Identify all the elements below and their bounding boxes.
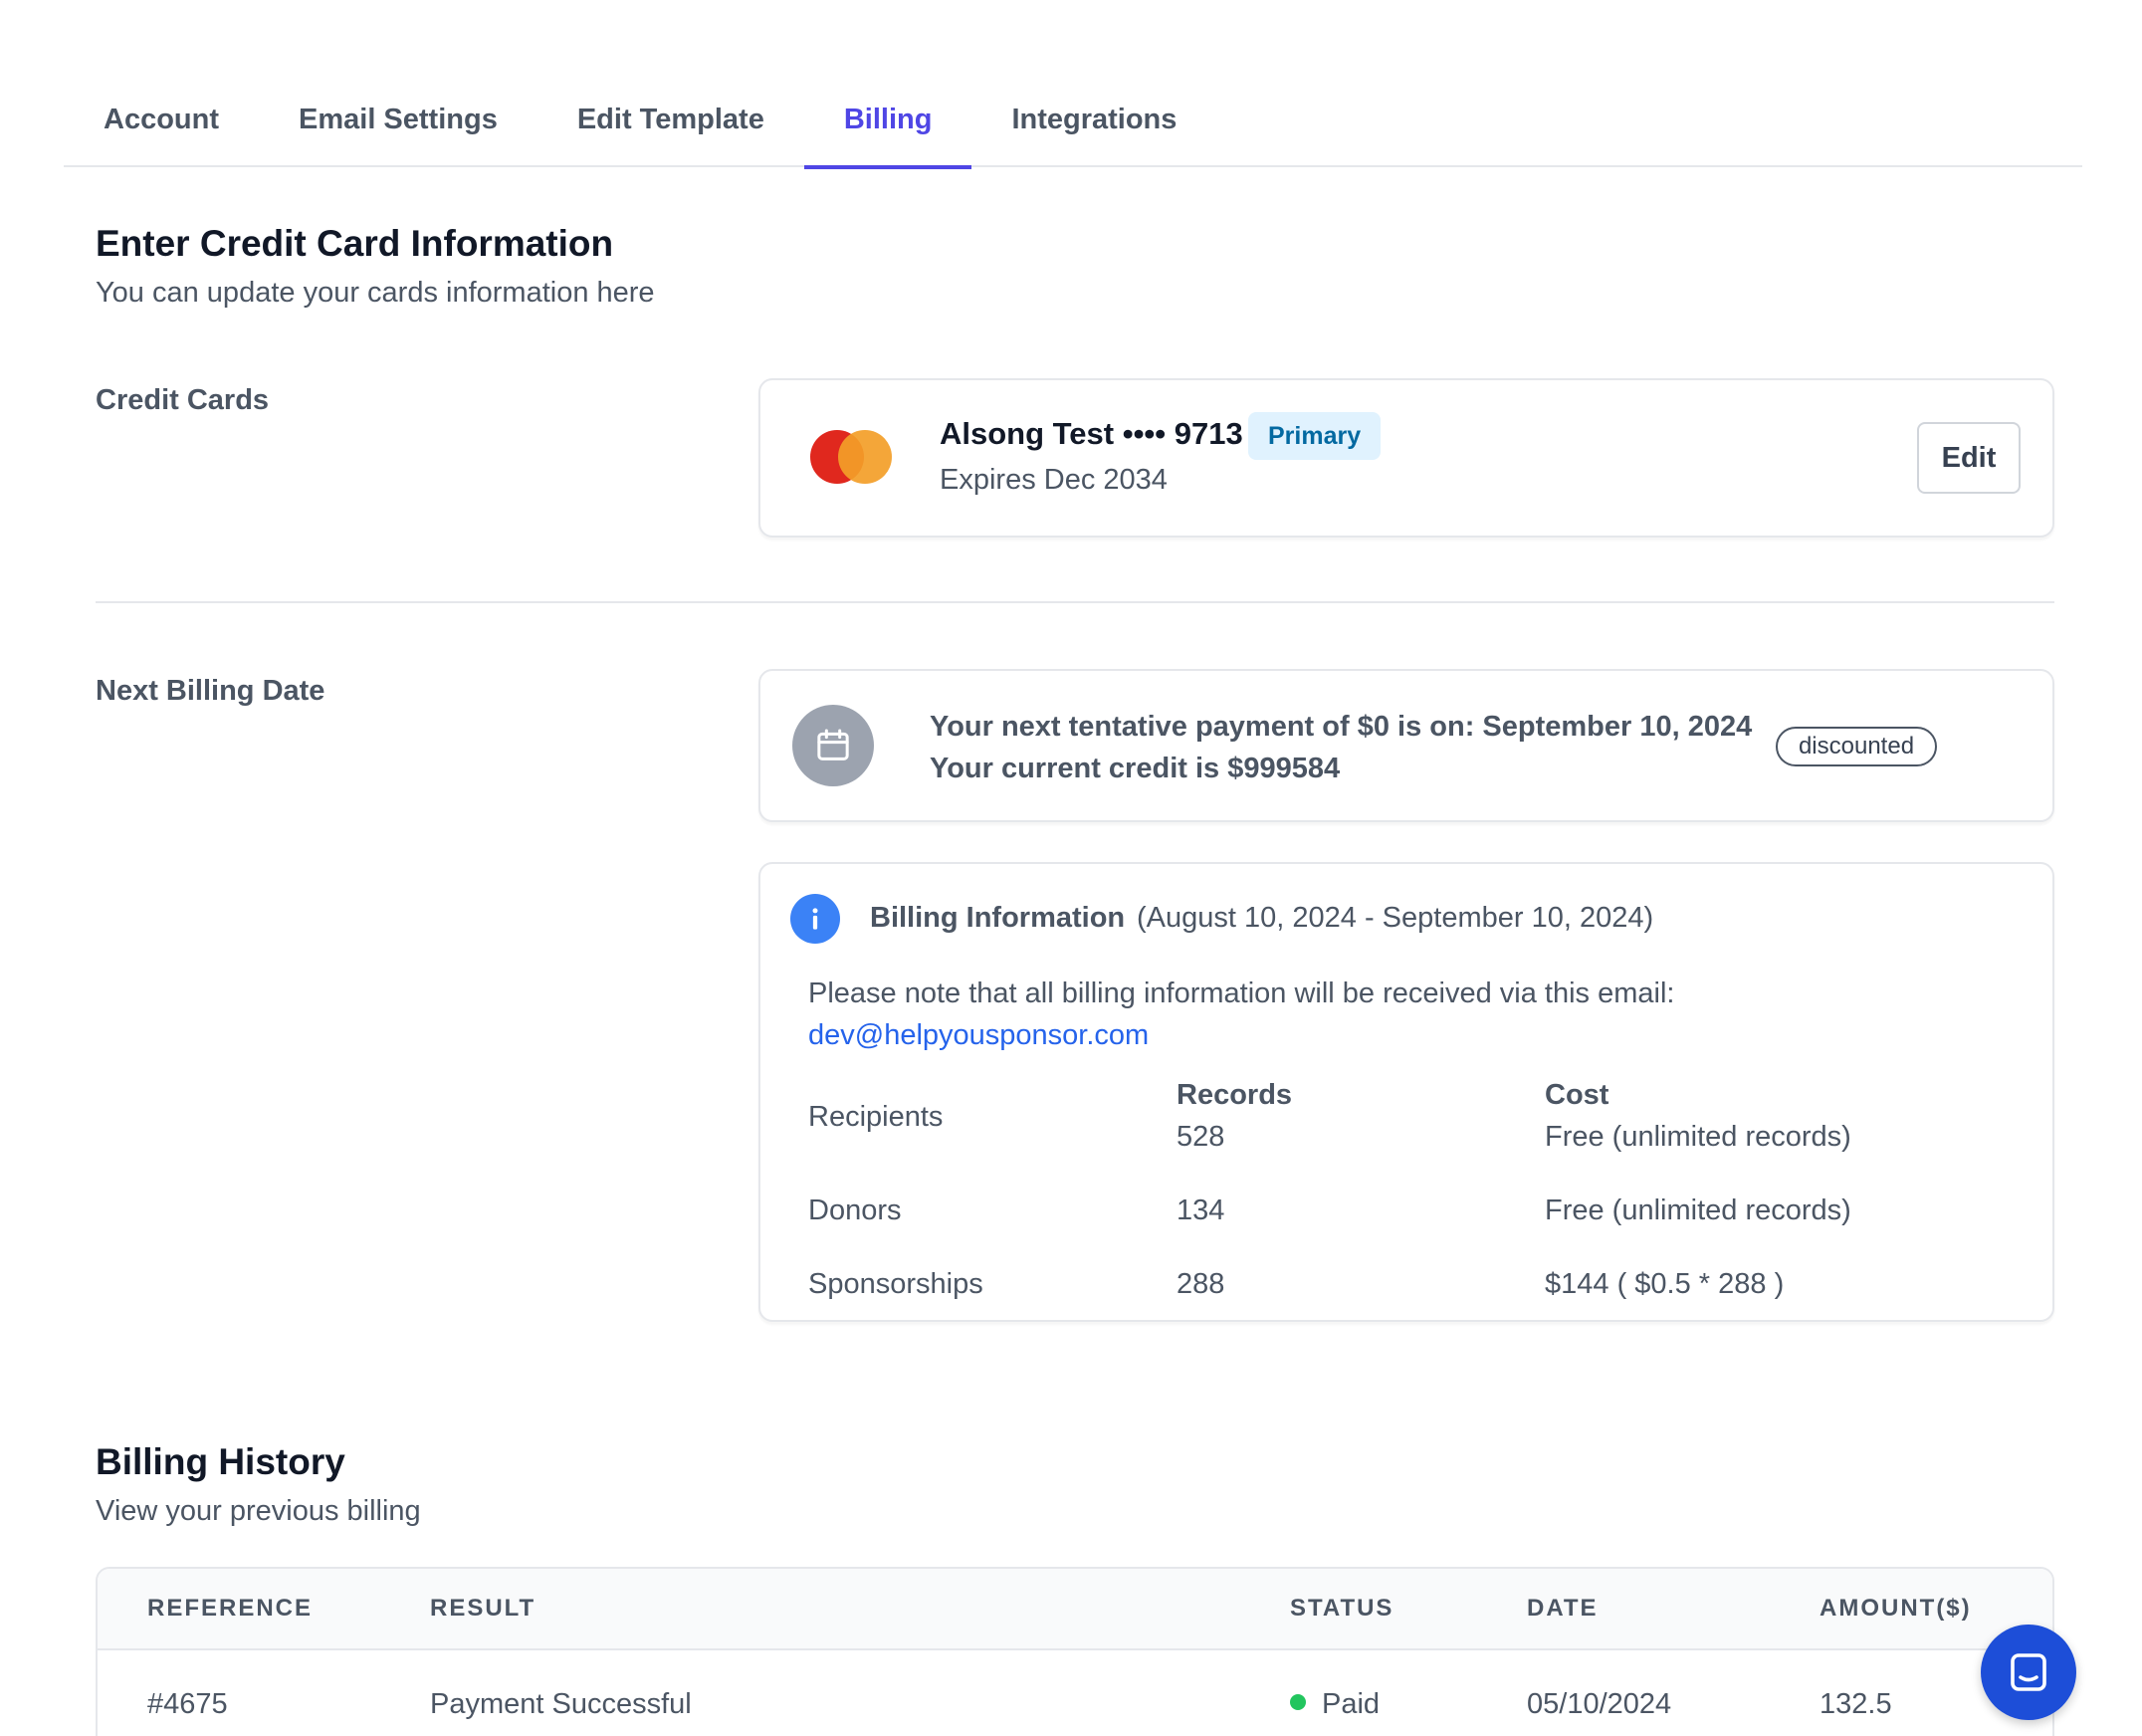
card-expiry: Expires Dec 2034: [940, 464, 1168, 496]
billing-history-subtitle: View your previous billing: [96, 1495, 421, 1527]
row-result: Payment Successful: [430, 1688, 692, 1720]
billing-row-records: 288: [1177, 1268, 1225, 1300]
next-billing-date-label: Next Billing Date: [96, 675, 325, 707]
cost-header: Cost: [1545, 1079, 1609, 1111]
billing-information-title: Billing Information: [870, 902, 1126, 934]
tab-account[interactable]: Account: [64, 72, 259, 167]
billing-row-records: 134: [1177, 1194, 1225, 1226]
tab-integrations[interactable]: Integrations: [971, 72, 1216, 167]
column-amount: AMOUNT($): [1820, 1595, 1972, 1622]
card-holder-name: Alsong Test •••• 9713: [940, 416, 1243, 451]
mastercard-icon: [810, 430, 892, 484]
info-icon: [790, 894, 840, 944]
billing-row-name: Sponsorships: [808, 1268, 983, 1300]
column-reference: REFERENCE: [147, 1595, 314, 1622]
column-result: RESULT: [430, 1595, 536, 1622]
row-amount: 132.5: [1820, 1688, 1892, 1720]
credit-cards-label: Credit Cards: [96, 384, 270, 416]
billing-row-cost: Free (unlimited records): [1545, 1194, 1851, 1226]
chat-icon: [2011, 1653, 2046, 1691]
records-header: Records: [1177, 1079, 1293, 1111]
current-credit-text: Your current credit is $999584: [930, 753, 1341, 784]
column-status: STATUS: [1290, 1595, 1394, 1622]
table-header: REFERENCE RESULT STATUS DATE AMOUNT($): [98, 1569, 2052, 1650]
billing-row-name: Recipients: [808, 1101, 944, 1133]
column-date: DATE: [1527, 1595, 1599, 1622]
billing-settings-page: Account Email Settings Edit Template Bil…: [0, 0, 2142, 1736]
row-reference: #4675: [147, 1688, 228, 1720]
tab-billing[interactable]: Billing: [803, 72, 972, 169]
calendar-icon: [792, 705, 874, 786]
billing-email-link[interactable]: dev@helpyousponsor.com: [808, 1019, 1149, 1052]
billing-row-records: 528: [1177, 1121, 1225, 1153]
billing-row-name: Donors: [808, 1194, 902, 1226]
tab-email-settings[interactable]: Email Settings: [259, 72, 537, 167]
section-divider: [96, 601, 2054, 603]
edit-card-button[interactable]: Edit: [1917, 422, 2021, 494]
billing-information-card: Billing Information (August 10, 2024 - S…: [758, 862, 2054, 1322]
chat-button[interactable]: [1981, 1625, 2076, 1720]
discounted-badge: discounted: [1776, 727, 1937, 766]
primary-badge: Primary: [1248, 412, 1382, 460]
row-status: Paid: [1322, 1688, 1381, 1720]
billing-row-cost: Free (unlimited records): [1545, 1121, 1851, 1153]
status-paid-dot: [1290, 1694, 1306, 1711]
credit-card-title: Enter Credit Card Information: [96, 223, 614, 264]
billing-period: (August 10, 2024 - September 10, 2024): [1137, 902, 1654, 934]
status-badge: Paid: [1290, 1688, 1380, 1721]
next-payment-text: Your next tentative payment of $0 is on:…: [930, 711, 1753, 743]
credit-card-subtitle: You can update your cards information he…: [96, 277, 655, 309]
billing-email-note: Please note that all billing information…: [808, 977, 1675, 1009]
billing-history-title: Billing History: [96, 1441, 345, 1482]
settings-tabs: Account Email Settings Edit Template Bil…: [64, 72, 2082, 169]
billing-history-table: REFERENCE RESULT STATUS DATE AMOUNT($) #…: [96, 1567, 2054, 1736]
tab-edit-template[interactable]: Edit Template: [537, 72, 804, 167]
row-date: 05/10/2024: [1527, 1688, 1672, 1720]
credit-card-item: Alsong Test •••• 9713 Primary Expires De…: [758, 378, 2054, 538]
next-billing-card: Your next tentative payment of $0 is on:…: [758, 669, 2054, 822]
billing-row-cost: $144 ( $0.5 * 288 ): [1545, 1268, 1785, 1300]
